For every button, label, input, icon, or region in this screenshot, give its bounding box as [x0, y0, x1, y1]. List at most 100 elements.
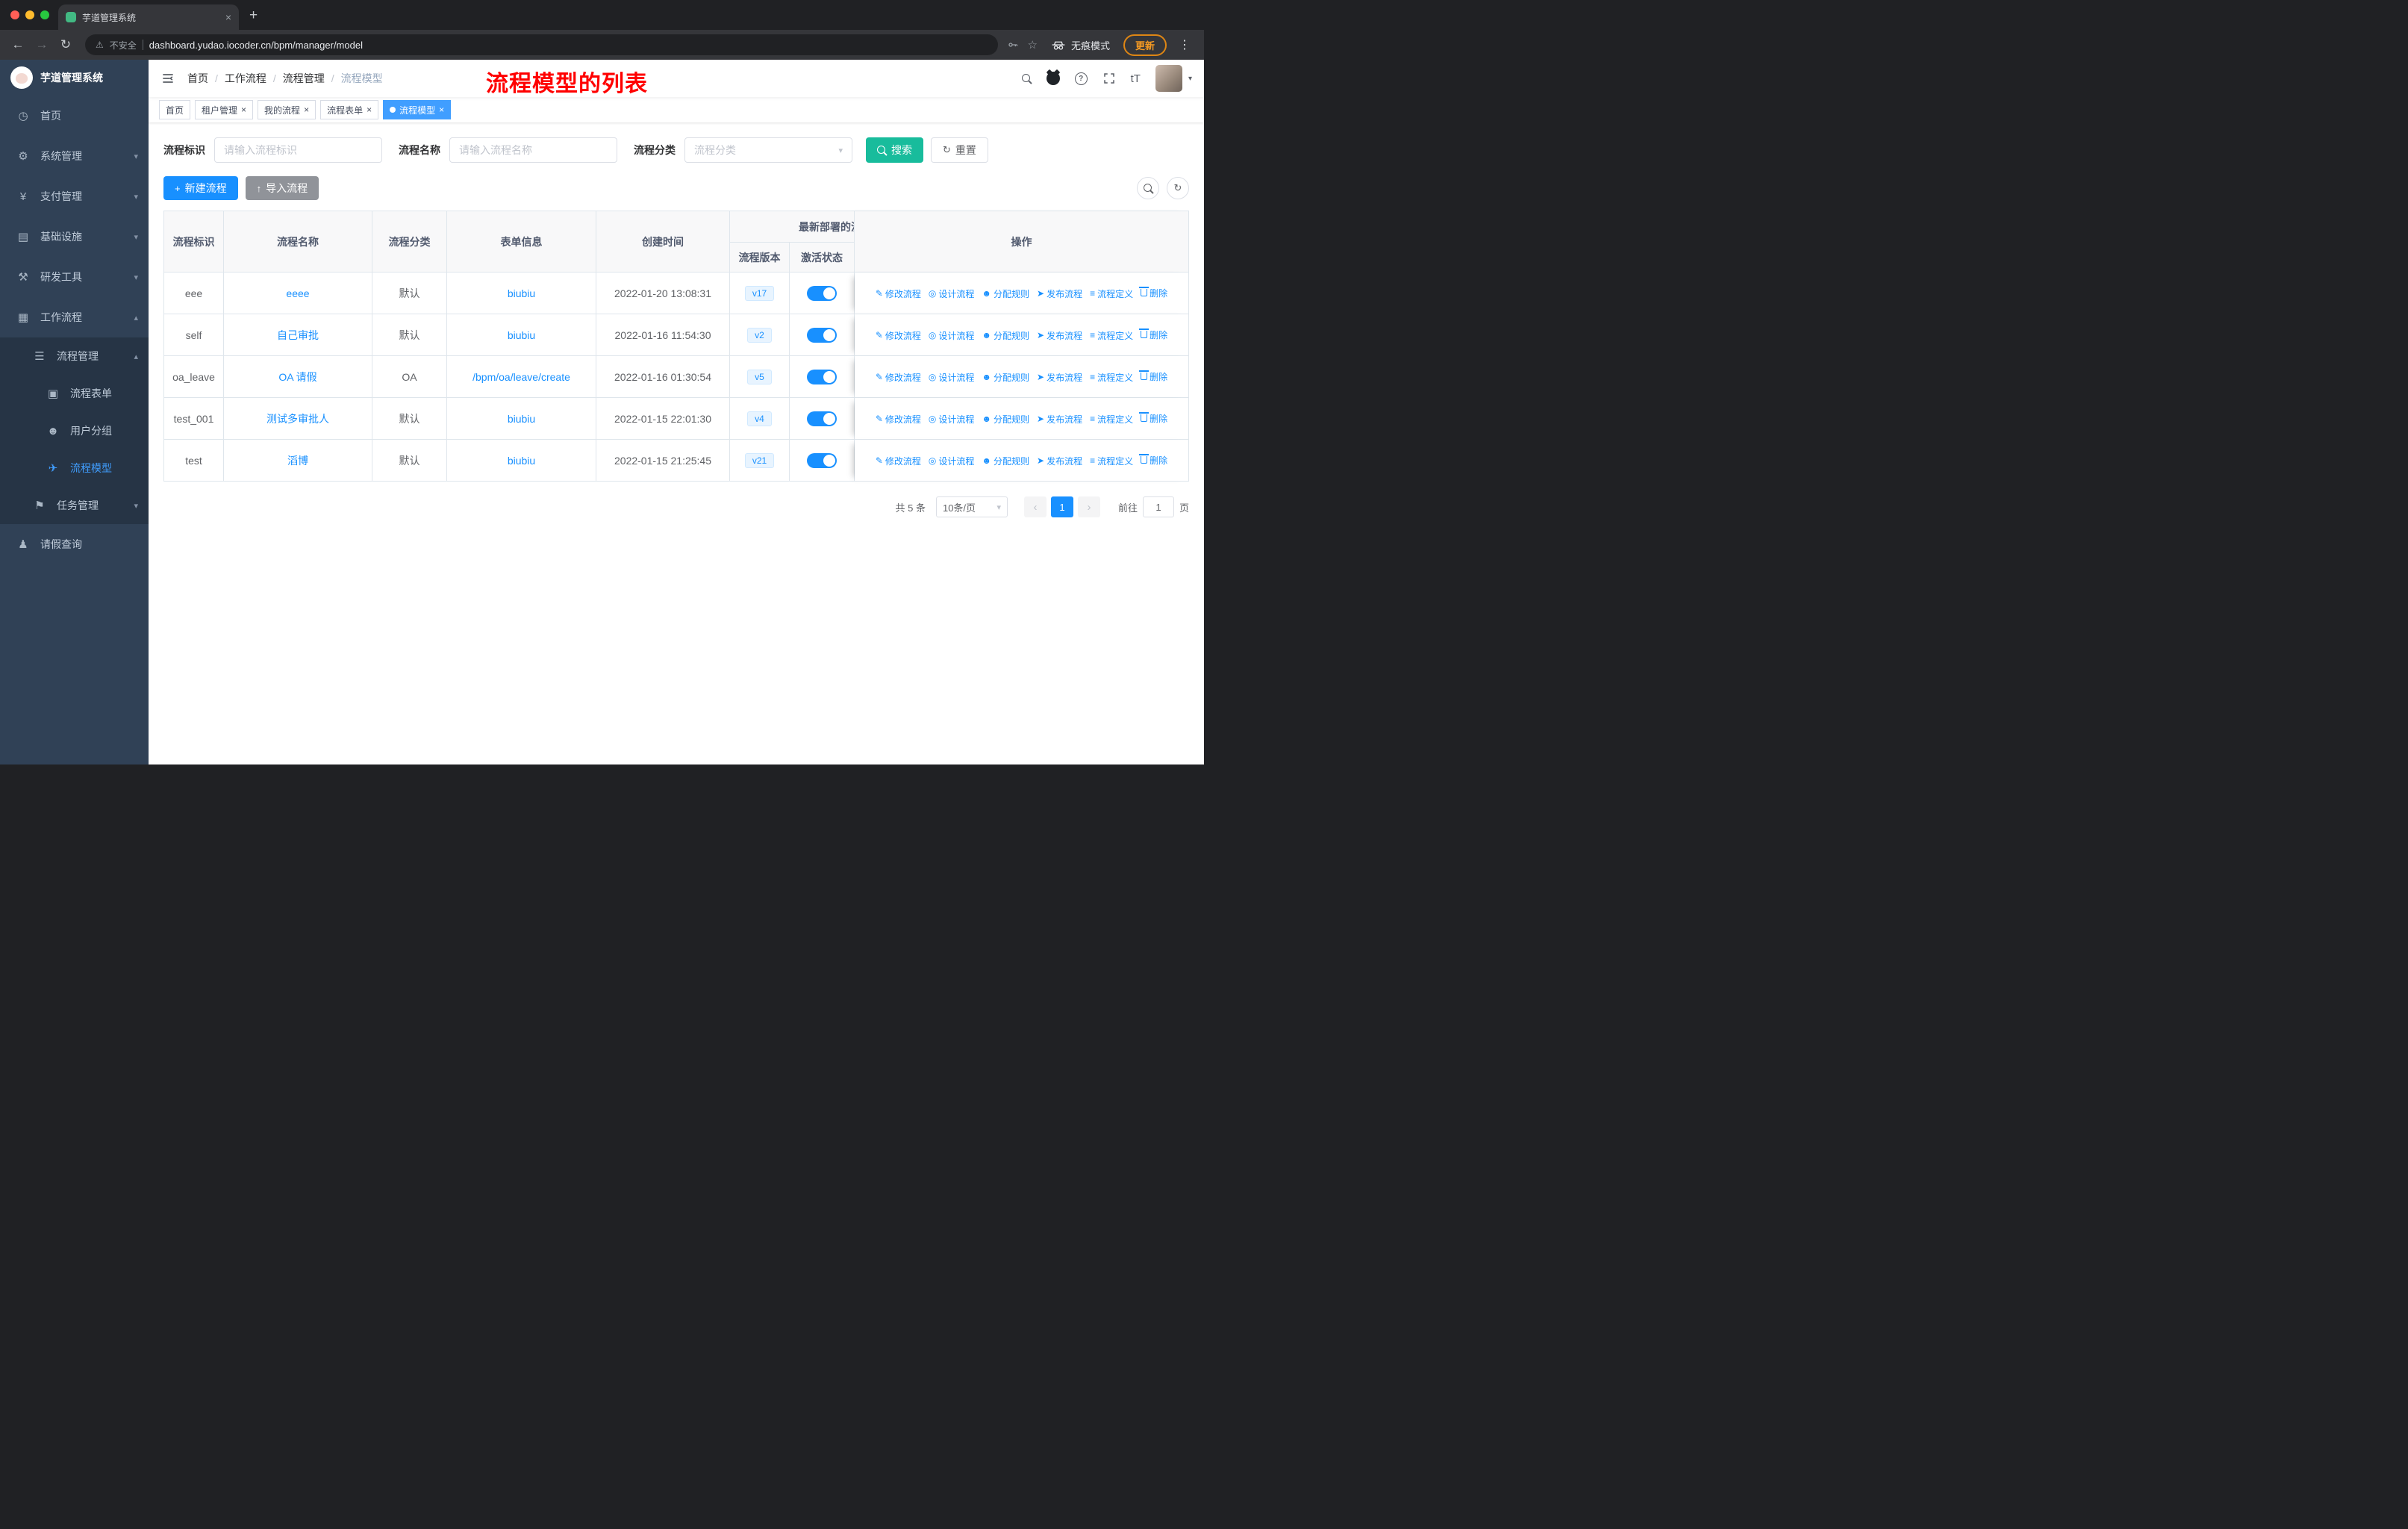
- fullscreen-icon[interactable]: [1102, 72, 1116, 85]
- form-info-link[interactable]: biubiu: [508, 455, 535, 467]
- modify-process-link[interactable]: ✎ 修改流程: [876, 455, 921, 467]
- form-info-link[interactable]: biubiu: [508, 413, 535, 425]
- search-icon[interactable]: [1021, 73, 1032, 84]
- sidebar-item-workflow[interactable]: ▦ 工作流程 ▴: [0, 297, 149, 337]
- process-definition-link[interactable]: ≡ 流程定义: [1090, 287, 1133, 300]
- assign-rule-link[interactable]: ☻ 分配规则: [982, 455, 1029, 467]
- next-page-button[interactable]: ›: [1077, 496, 1100, 517]
- forward-icon[interactable]: →: [31, 37, 52, 52]
- tag-tenant-management[interactable]: 租户管理 ×: [195, 100, 254, 119]
- sidebar-item-payment[interactable]: ¥ 支付管理 ▾: [0, 176, 149, 217]
- process-name-link[interactable]: OA 请假: [278, 371, 316, 383]
- modify-process-link[interactable]: ✎ 修改流程: [876, 371, 921, 384]
- active-toggle[interactable]: [807, 411, 837, 426]
- assign-rule-link[interactable]: ☻ 分配规则: [982, 371, 1029, 384]
- modify-process-link[interactable]: ✎ 修改流程: [876, 329, 921, 342]
- key-icon[interactable]: [1007, 39, 1019, 51]
- font-size-icon[interactable]: [1131, 72, 1141, 85]
- browser-tab[interactable]: 芋道管理系统 ×: [58, 4, 239, 30]
- design-process-link[interactable]: ◎ 设计流程: [929, 329, 975, 342]
- tab-close-icon[interactable]: ×: [225, 12, 231, 22]
- tag-close-icon[interactable]: ×: [241, 105, 246, 114]
- tag-close-icon[interactable]: ×: [304, 105, 309, 114]
- create-process-button[interactable]: + 新建流程: [163, 176, 238, 200]
- breadcrumb-home[interactable]: 首页: [187, 71, 208, 86]
- publish-process-link[interactable]: ➤ 发布流程: [1037, 455, 1082, 467]
- import-process-button[interactable]: ↑ 导入流程: [245, 176, 319, 200]
- app-logo[interactable]: 芋道管理系统: [0, 60, 149, 96]
- tag-process-form[interactable]: 流程表单 ×: [320, 100, 379, 119]
- reload-icon[interactable]: ↻: [55, 37, 76, 52]
- sidebar-item-task-management[interactable]: ⚑ 任务管理 ▾: [0, 487, 149, 524]
- new-tab-button[interactable]: +: [249, 7, 258, 24]
- help-icon[interactable]: [1074, 72, 1088, 85]
- window-zoom-button[interactable]: [40, 10, 49, 19]
- active-toggle[interactable]: [807, 285, 837, 301]
- tag-close-icon[interactable]: ×: [439, 105, 444, 114]
- window-controls[interactable]: [10, 10, 49, 19]
- publish-process-link[interactable]: ➤ 发布流程: [1037, 287, 1082, 300]
- assign-rule-link[interactable]: ☻ 分配规则: [982, 413, 1029, 426]
- window-minimize-button[interactable]: [25, 10, 34, 19]
- delete-link[interactable]: 删除: [1139, 454, 1167, 467]
- sidebar-item-process-model[interactable]: ✈ 流程模型: [0, 449, 149, 487]
- publish-process-link[interactable]: ➤ 发布流程: [1037, 413, 1082, 426]
- modify-process-link[interactable]: ✎ 修改流程: [876, 287, 921, 300]
- sidebar-item-system[interactable]: ⚙ 系统管理 ▾: [0, 136, 149, 176]
- process-definition-link[interactable]: ≡ 流程定义: [1090, 329, 1133, 342]
- tag-close-icon[interactable]: ×: [366, 105, 372, 114]
- user-avatar[interactable]: [1155, 65, 1182, 92]
- design-process-link[interactable]: ◎ 设计流程: [929, 371, 975, 384]
- browser-menu-icon[interactable]: ⋮: [1176, 37, 1194, 52]
- reset-button[interactable]: ↻ 重置: [931, 137, 988, 163]
- design-process-link[interactable]: ◎ 设计流程: [929, 455, 975, 467]
- form-info-link[interactable]: /bpm/oa/leave/create: [472, 371, 570, 383]
- sidebar-item-process-management[interactable]: ☰ 流程管理 ▴: [0, 337, 149, 375]
- sidebar-collapse-icon[interactable]: [160, 71, 175, 86]
- sidebar-item-devtools[interactable]: ⚒ 研发工具 ▾: [0, 257, 149, 297]
- process-definition-link[interactable]: ≡ 流程定义: [1090, 413, 1133, 426]
- process-name-link[interactable]: 测试多审批人: [266, 413, 329, 425]
- tag-process-model[interactable]: 流程模型 ×: [383, 100, 452, 119]
- sidebar-item-home[interactable]: ◷ 首页: [0, 96, 149, 136]
- design-process-link[interactable]: ◎ 设计流程: [929, 287, 975, 300]
- tag-my-process[interactable]: 我的流程 ×: [258, 100, 316, 119]
- sidebar-item-process-form[interactable]: ▣ 流程表单: [0, 375, 149, 412]
- github-icon[interactable]: [1046, 72, 1060, 85]
- assign-rule-link[interactable]: ☻ 分配规则: [982, 287, 1029, 300]
- sidebar-item-leave-query[interactable]: ♟ 请假查询: [0, 524, 149, 564]
- process-name-link[interactable]: 滔博: [287, 455, 308, 467]
- process-name-link[interactable]: 自己审批: [277, 329, 319, 341]
- modify-process-link[interactable]: ✎ 修改流程: [876, 413, 921, 426]
- window-close-button[interactable]: [10, 10, 19, 19]
- active-toggle[interactable]: [807, 369, 837, 384]
- active-toggle[interactable]: [807, 327, 837, 343]
- search-button[interactable]: 搜索: [866, 137, 923, 163]
- assign-rule-link[interactable]: ☻ 分配规则: [982, 329, 1029, 342]
- category-select[interactable]: 流程分类 ▾: [684, 137, 852, 163]
- browser-update-button[interactable]: 更新: [1123, 34, 1167, 56]
- process-name-input[interactable]: [449, 137, 617, 163]
- sidebar-item-user-group[interactable]: ☻ 用户分组: [0, 412, 149, 449]
- page-size-select[interactable]: 10条/页 ▾: [935, 496, 1008, 517]
- toggle-search-button[interactable]: [1137, 177, 1159, 199]
- tag-home[interactable]: 首页: [159, 100, 191, 119]
- address-bar[interactable]: ⚠ 不安全 dashboard.yudao.iocoder.cn/bpm/man…: [85, 34, 998, 55]
- refresh-table-button[interactable]: ↻: [1167, 177, 1189, 199]
- publish-process-link[interactable]: ➤ 发布流程: [1037, 371, 1082, 384]
- prev-page-button[interactable]: ‹: [1023, 496, 1047, 517]
- delete-link[interactable]: 删除: [1139, 370, 1167, 383]
- bookmark-star-icon[interactable]: ☆: [1028, 38, 1038, 52]
- form-info-link[interactable]: biubiu: [508, 287, 535, 299]
- process-name-link[interactable]: eeee: [286, 287, 309, 299]
- process-definition-link[interactable]: ≡ 流程定义: [1090, 455, 1133, 467]
- breadcrumb-workflow[interactable]: 工作流程: [225, 71, 266, 86]
- design-process-link[interactable]: ◎ 设计流程: [929, 413, 975, 426]
- publish-process-link[interactable]: ➤ 发布流程: [1037, 329, 1082, 342]
- sidebar-item-infrastructure[interactable]: ▤ 基础设施 ▾: [0, 217, 149, 257]
- breadcrumb-process-management[interactable]: 流程管理: [283, 71, 325, 86]
- active-toggle[interactable]: [807, 452, 837, 468]
- process-definition-link[interactable]: ≡ 流程定义: [1090, 371, 1133, 384]
- delete-link[interactable]: 删除: [1139, 412, 1167, 425]
- delete-link[interactable]: 删除: [1139, 287, 1167, 299]
